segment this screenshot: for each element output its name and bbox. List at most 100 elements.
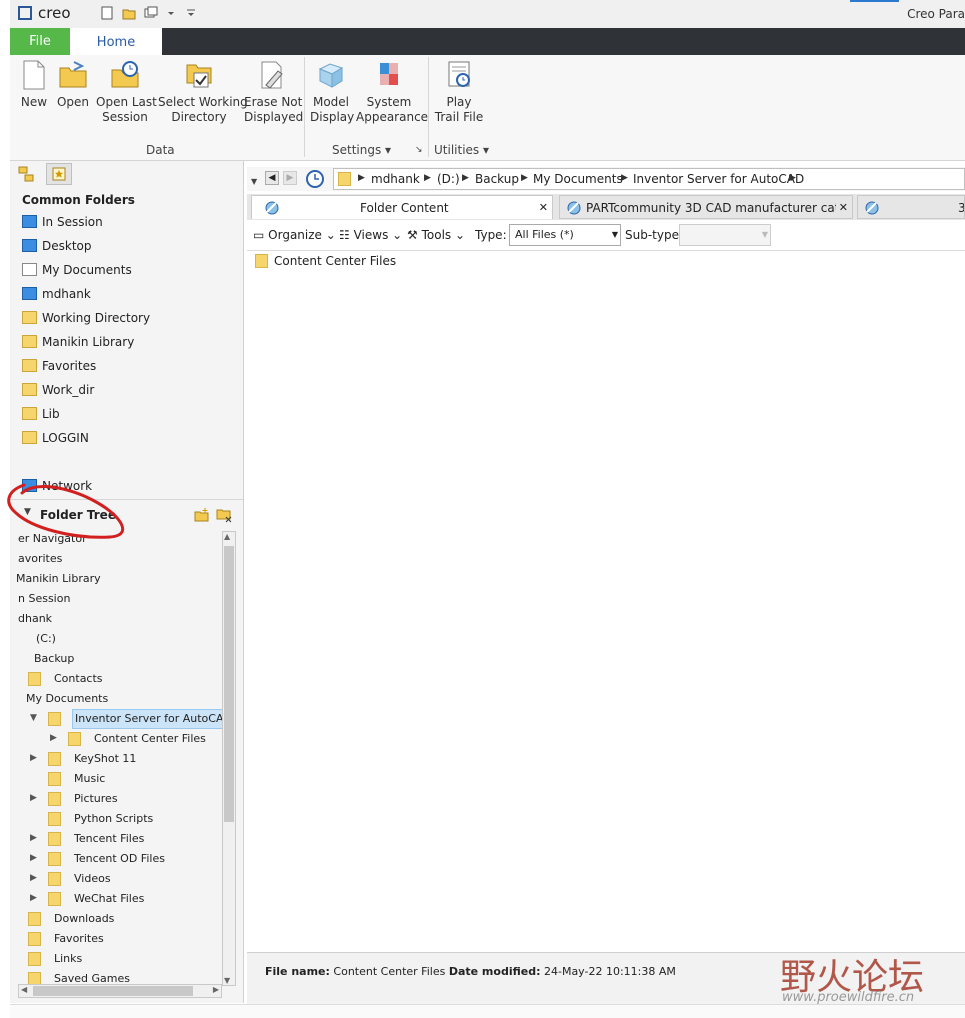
model-display-button[interactable]: Model Display bbox=[310, 59, 354, 125]
tab-folder-content[interactable]: Folder Content ✕ bbox=[251, 195, 553, 219]
file-list-item[interactable]: Content Center Files bbox=[255, 254, 396, 268]
expand-arrow-icon[interactable]: ▶ bbox=[30, 893, 37, 903]
views-menu[interactable]: ☷ Views ⌄ bbox=[339, 228, 402, 242]
tree-item[interactable]: Manikin Library bbox=[16, 569, 101, 589]
back-icon[interactable]: ◀ bbox=[265, 171, 279, 185]
tab-partcommunity[interactable]: PARTcommunity 3D CAD manufacturer catalo… bbox=[559, 195, 853, 219]
breadcrumb-mdhank[interactable]: mdhank bbox=[371, 172, 420, 186]
scrollbar-thumb[interactable] bbox=[224, 546, 234, 822]
select-working-directory-button[interactable]: Select Working Directory bbox=[158, 59, 248, 125]
system-appearance-button[interactable]: System Appearance bbox=[356, 59, 428, 125]
common-folder-loggin[interactable]: LOGGIN bbox=[22, 428, 89, 448]
breadcrumb-separator-icon[interactable]: ▶ bbox=[462, 173, 469, 183]
expand-arrow-icon[interactable]: ▶ bbox=[30, 753, 37, 763]
tree-item[interactable]: Videos bbox=[74, 869, 111, 889]
play-trail-file-button[interactable]: Play Trail File bbox=[434, 59, 484, 125]
new-file-icon[interactable] bbox=[100, 6, 114, 20]
tree-item[interactable]: Pictures bbox=[74, 789, 118, 809]
folder-browser-tab[interactable] bbox=[46, 163, 72, 185]
breadcrumb-backup[interactable]: Backup bbox=[475, 172, 519, 186]
expand-arrow-icon[interactable]: ▶ bbox=[30, 833, 37, 843]
scroll-down-icon[interactable]: ▼ bbox=[224, 976, 230, 985]
scrollbar-thumb[interactable] bbox=[33, 986, 193, 996]
tree-item[interactable]: Tencent Files bbox=[74, 829, 144, 849]
breadcrumb-separator-icon[interactable]: ▶ bbox=[621, 173, 628, 183]
breadcrumb-drive[interactable]: (D:) bbox=[437, 172, 460, 186]
path-field[interactable]: ▶ mdhank ▶ (D:) ▶ Backup ▶ My Documents … bbox=[333, 168, 965, 190]
tree-item[interactable]: Music bbox=[74, 769, 105, 789]
model-tree-icon[interactable] bbox=[18, 166, 34, 182]
collapse-arrow-icon[interactable]: ▼ bbox=[30, 713, 37, 723]
history-dropdown-icon[interactable]: ▼ bbox=[251, 177, 257, 186]
scroll-right-icon[interactable]: ▶ bbox=[213, 985, 219, 994]
tree-item[interactable]: Links bbox=[54, 949, 82, 969]
close-icon[interactable]: ✕ bbox=[539, 196, 548, 219]
history-icon[interactable] bbox=[305, 169, 325, 189]
new-button[interactable]: New bbox=[18, 59, 50, 110]
expand-arrow-icon[interactable]: ▶ bbox=[30, 873, 37, 883]
tree-item[interactable]: (C:) bbox=[36, 629, 56, 649]
common-folder-mdhank[interactable]: mdhank bbox=[22, 284, 91, 304]
tree-item[interactable]: n Session bbox=[18, 589, 70, 609]
common-folder-my-documents[interactable]: My Documents bbox=[22, 260, 132, 280]
tree-item[interactable]: My Documents bbox=[26, 689, 108, 709]
common-folder-manikin-library[interactable]: Manikin Library bbox=[22, 332, 134, 352]
expand-arrow-icon[interactable]: ▶ bbox=[30, 853, 37, 863]
tab-home[interactable]: Home bbox=[70, 28, 162, 55]
tree-item[interactable]: Content Center Files bbox=[94, 729, 206, 749]
tab-file[interactable]: File bbox=[10, 28, 70, 55]
expand-arrow-icon[interactable]: ▶ bbox=[50, 733, 57, 743]
breadcrumb-separator-icon[interactable]: ▶ bbox=[424, 173, 431, 183]
scroll-left-icon[interactable]: ◀ bbox=[21, 985, 27, 994]
group-label-settings[interactable]: Settings ▾ bbox=[332, 143, 391, 157]
folder-tree-vertical-scrollbar[interactable]: ▲ ▼ bbox=[222, 531, 236, 986]
breadcrumb-separator-icon[interactable]: ▶ bbox=[789, 173, 796, 183]
dialog-launcher-icon[interactable]: ↘ bbox=[415, 145, 423, 155]
close-icon[interactable]: ✕ bbox=[839, 196, 848, 218]
breadcrumb-separator-icon[interactable]: ▶ bbox=[358, 173, 365, 183]
delete-folder-icon[interactable] bbox=[216, 507, 232, 523]
type-select[interactable]: All Files (*) ▼ bbox=[509, 224, 621, 246]
folder-tree-horizontal-scrollbar[interactable]: ◀ ▶ bbox=[18, 984, 222, 998]
tree-item[interactable]: Tencent OD Files bbox=[74, 849, 165, 869]
common-folder-favorites[interactable]: Favorites bbox=[22, 356, 96, 376]
tab-third[interactable]: 3 bbox=[857, 195, 965, 219]
tools-menu[interactable]: ⚒ Tools ⌄ bbox=[407, 228, 465, 242]
window-icon[interactable] bbox=[144, 6, 158, 20]
tree-item[interactable]: Python Scripts bbox=[74, 809, 153, 829]
scroll-up-icon[interactable]: ▲ bbox=[224, 532, 230, 541]
file-details: File name: Content Center Files Date mod… bbox=[265, 965, 676, 978]
common-folder-lib[interactable]: Lib bbox=[22, 404, 60, 424]
customize-quick-access-icon[interactable] bbox=[184, 6, 198, 20]
breadcrumb-separator-icon[interactable]: ▶ bbox=[521, 173, 528, 183]
tree-item[interactable]: WeChat Files bbox=[74, 889, 144, 909]
open-last-session-button[interactable]: Open Last Session bbox=[96, 59, 157, 125]
common-folder-working-directory[interactable]: Working Directory bbox=[22, 308, 150, 328]
common-folder-in-session[interactable]: In Session bbox=[22, 212, 103, 232]
tree-item[interactable]: Saved Games bbox=[54, 969, 130, 984]
expand-arrow-icon[interactable]: ▶ bbox=[30, 793, 37, 803]
breadcrumb-my-documents[interactable]: My Documents bbox=[533, 172, 623, 186]
tree-item[interactable]: dhank bbox=[18, 609, 52, 629]
erase-not-displayed-button[interactable]: Erase Not Displayed bbox=[244, 59, 303, 125]
tree-item[interactable]: avorites bbox=[18, 549, 62, 569]
breadcrumb-inventor-server[interactable]: Inventor Server for AutoCAD bbox=[633, 172, 804, 186]
tree-item[interactable]: Favorites bbox=[54, 929, 104, 949]
chevron-down-icon[interactable] bbox=[164, 6, 178, 20]
tree-item-selected[interactable]: Inventor Server for AutoCAD bbox=[72, 709, 222, 729]
open-folder-icon[interactable] bbox=[122, 6, 136, 20]
tab-label: 3 bbox=[958, 201, 965, 215]
common-folder-desktop[interactable]: Desktop bbox=[22, 236, 92, 256]
tree-item[interactable]: Contacts bbox=[54, 669, 103, 689]
group-label-utilities[interactable]: Utilities ▾ bbox=[434, 143, 489, 157]
forward-icon[interactable]: ▶ bbox=[283, 171, 297, 185]
tree-item[interactable]: KeyShot 11 bbox=[74, 749, 136, 769]
open-button[interactable]: Open bbox=[54, 59, 92, 110]
subtype-select[interactable]: ▼ bbox=[679, 224, 771, 246]
tree-item[interactable]: Backup bbox=[34, 649, 74, 669]
organize-menu[interactable]: ▭ Organize ⌄ bbox=[253, 228, 336, 242]
new-document-icon bbox=[23, 60, 45, 90]
tree-item[interactable]: Downloads bbox=[54, 909, 114, 929]
new-folder-icon[interactable] bbox=[194, 507, 210, 523]
common-folder-work-dir[interactable]: Work_dir bbox=[22, 380, 94, 400]
